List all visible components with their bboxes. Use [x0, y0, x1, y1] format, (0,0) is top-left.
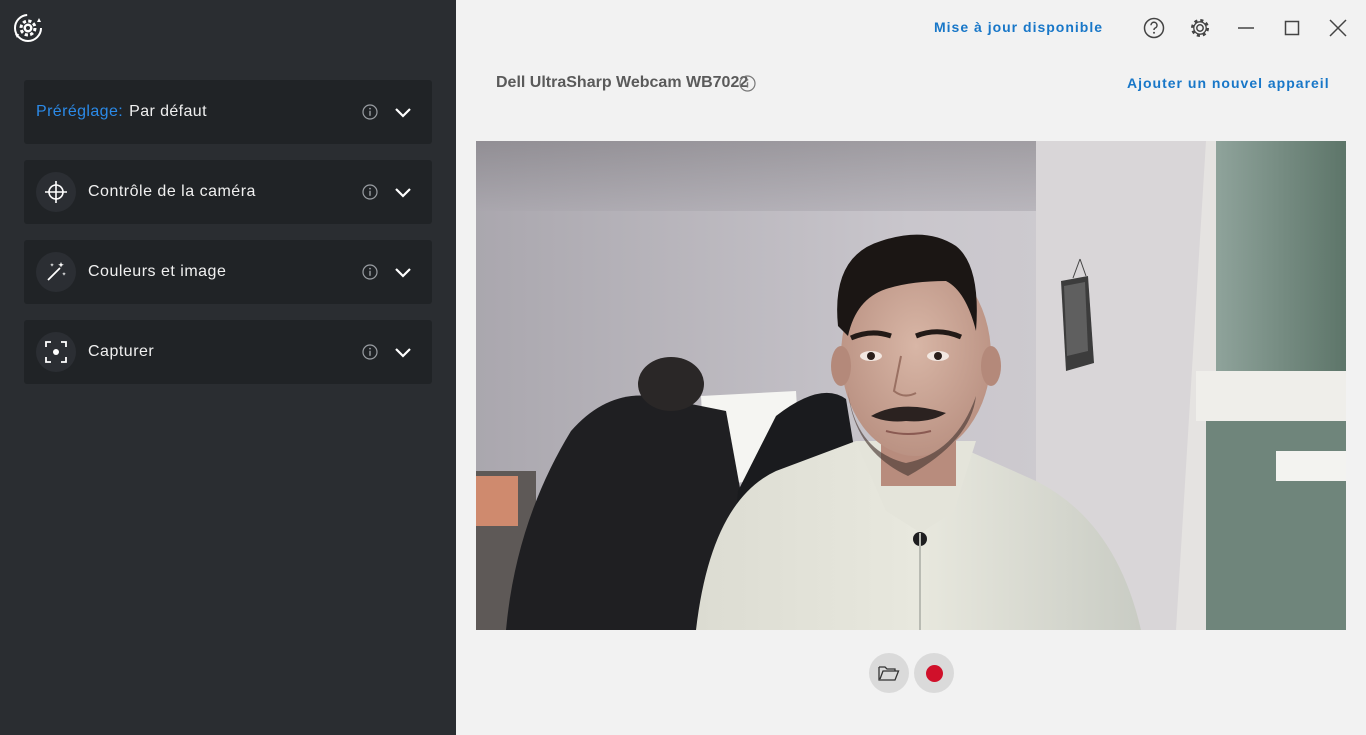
camera-control-label: Contrôle de la caméra: [88, 183, 256, 200]
camera-control-panel[interactable]: Contrôle de la caméra: [24, 160, 432, 224]
preset-key-label: Préréglage:: [36, 103, 124, 120]
gear-icon[interactable]: [1188, 16, 1212, 40]
capture-panel[interactable]: Capturer: [24, 320, 432, 384]
record-button[interactable]: [914, 653, 954, 693]
capture-label: Capturer: [88, 343, 155, 360]
open-folder-button[interactable]: [869, 653, 909, 693]
magic-wand-icon: [36, 252, 76, 292]
add-device-link[interactable]: Ajouter un nouvel appareil: [1127, 75, 1330, 91]
preset-info-icon[interactable]: [362, 104, 378, 120]
folder-icon: [878, 666, 900, 681]
app-logo-icon[interactable]: [12, 12, 44, 44]
capture-frame-icon: [36, 332, 76, 372]
maximize-icon[interactable]: [1280, 16, 1304, 40]
webcam-frame-image: [476, 141, 1346, 630]
webcam-app-window: Préréglage: Par défaut Contrôle de la ca…: [0, 0, 1366, 735]
crosshair-icon: [36, 172, 76, 212]
close-icon[interactable]: [1326, 16, 1350, 40]
color-image-label: Couleurs et image: [88, 263, 227, 280]
preset-panel[interactable]: Préréglage: Par défaut: [24, 80, 432, 144]
record-icon: [925, 664, 943, 682]
webcam-preview: [476, 141, 1346, 630]
minimize-icon[interactable]: [1234, 16, 1258, 40]
device-name-label: Dell UltraSharp Webcam WB7022: [496, 74, 749, 91]
sidebar: Préréglage: Par défaut Contrôle de la ca…: [0, 0, 456, 735]
color-image-info-icon[interactable]: [362, 264, 378, 280]
preset-value-label: Par défaut: [129, 103, 207, 120]
camera-control-info-icon[interactable]: [362, 184, 378, 200]
capture-chevron-down-icon[interactable]: [394, 345, 412, 359]
update-available-link[interactable]: Mise à jour disponible: [934, 19, 1103, 35]
device-info-icon[interactable]: [739, 75, 756, 92]
help-icon[interactable]: [1142, 16, 1166, 40]
preset-chevron-down-icon[interactable]: [394, 105, 412, 119]
capture-info-icon[interactable]: [362, 344, 378, 360]
camera-control-chevron-down-icon[interactable]: [394, 185, 412, 199]
color-image-chevron-down-icon[interactable]: [394, 265, 412, 279]
color-image-panel[interactable]: Couleurs et image: [24, 240, 432, 304]
